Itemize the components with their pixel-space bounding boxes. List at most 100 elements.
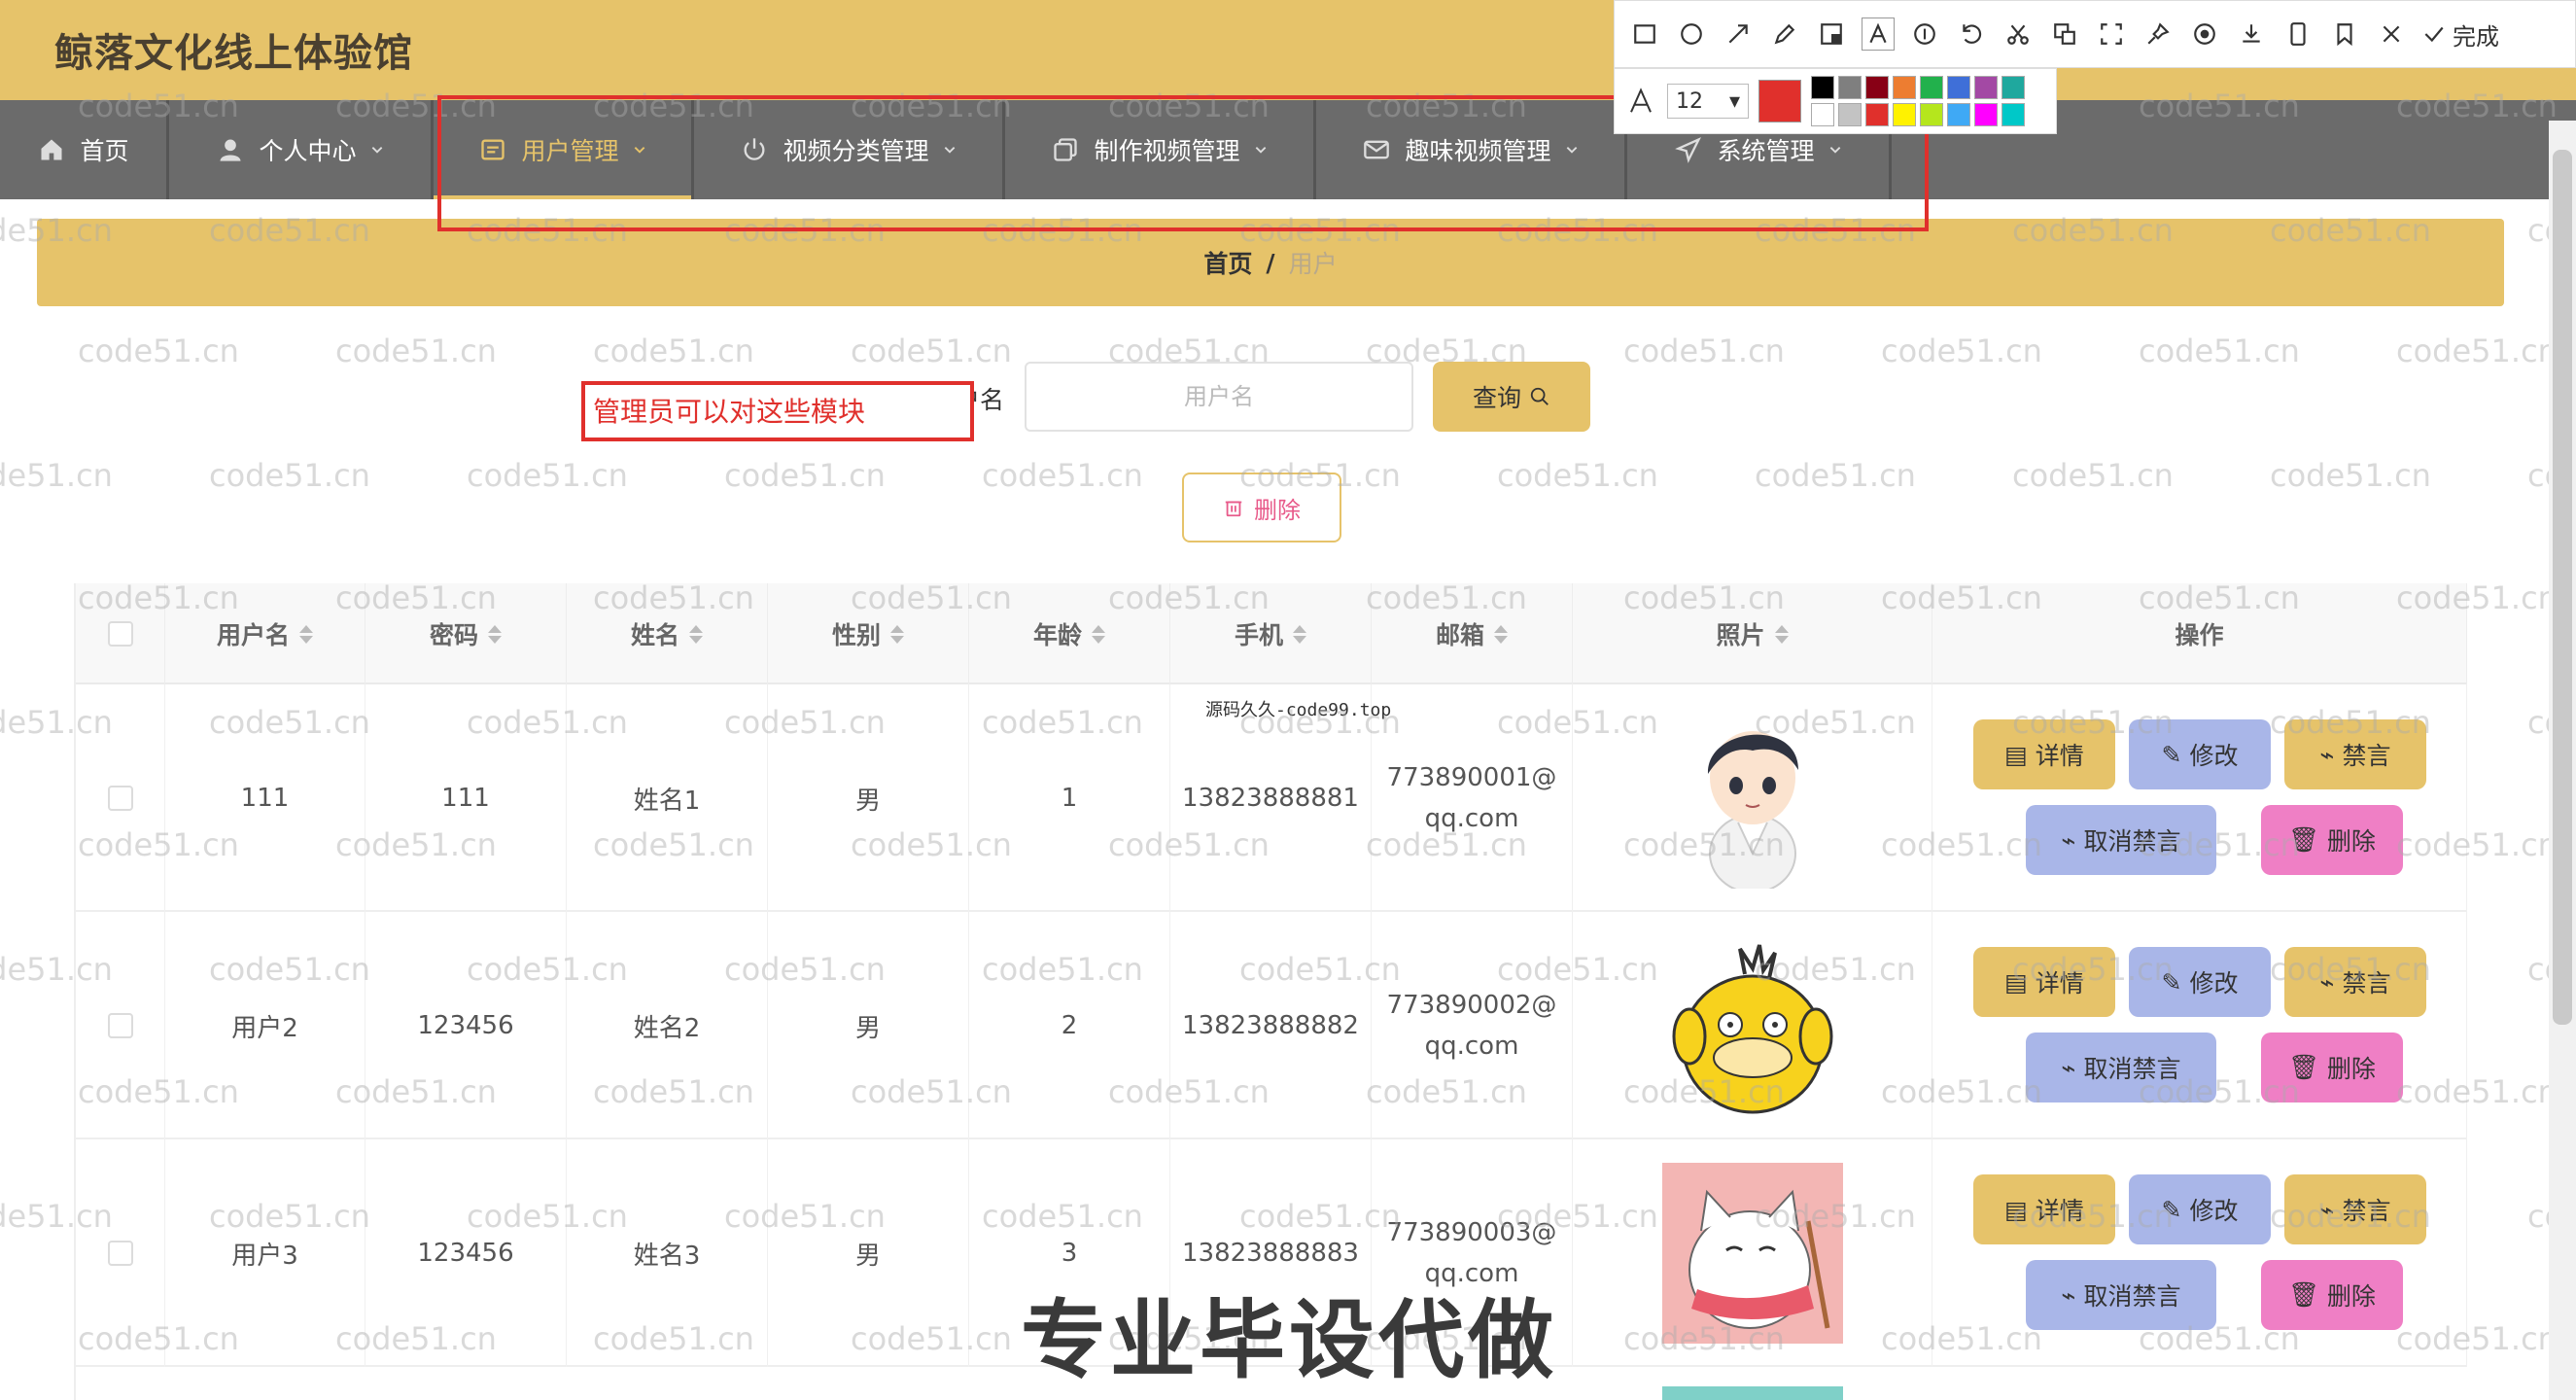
delete-button[interactable]: 🗑 删除 [2261,1032,2403,1102]
col-header-phone[interactable]: 手机 [1170,583,1372,684]
cell-username: 用户3 [165,1139,366,1367]
color-swatch[interactable] [1974,76,1998,99]
sort-icon[interactable] [1092,624,1105,644]
color-swatch[interactable] [1920,76,1943,99]
color-swatch[interactable] [1838,103,1862,126]
search-input[interactable]: 用户名 [1025,362,1413,432]
done-button[interactable]: 完成 [2421,18,2499,52]
current-color-swatch[interactable] [1758,80,1801,122]
color-swatch[interactable] [1865,103,1889,126]
detail-button[interactable]: ▤ 详情 [1973,719,2115,789]
cell-actions: ▤ 详情 ✎ 修改 ⌁ 禁言 ⌁ 取消禁言 🗑 删除 [1932,912,2467,1139]
cell-name: 姓名2 [567,912,768,1139]
ellipse-tool-icon[interactable] [1675,18,1708,51]
ocr-icon[interactable] [2095,18,2128,51]
col-label: 姓名 [630,621,679,649]
breadcrumb-home[interactable]: 首页 [1203,245,1252,280]
color-swatch[interactable] [2002,103,2025,126]
color-swatch[interactable] [1893,103,1916,126]
color-swatch[interactable] [1811,103,1834,126]
col-header-actions: 操作 [1932,583,2467,684]
bookmark-icon[interactable] [2328,18,2361,51]
color-swatch[interactable] [1974,103,1998,126]
unban-label: 取消禁言 [2083,1055,2181,1083]
undo-icon[interactable] [1955,18,1988,51]
rectangle-tool-icon[interactable] [1628,18,1661,51]
email-line2: qq.com [1424,1032,1519,1061]
color-swatch[interactable] [1947,103,1970,126]
chevron-down-icon [371,147,382,154]
close-icon[interactable] [2375,18,2408,51]
text-tool-icon[interactable] [1862,18,1895,51]
cell-username: 用户2 [165,912,366,1139]
select-all-checkbox[interactable] [107,621,133,647]
search-icon [1530,387,1549,405]
unban-button[interactable]: ⌁ 取消禁言 [2026,1032,2216,1102]
color-swatch[interactable] [1893,76,1916,99]
col-label: 操作 [2175,621,2224,649]
edit-button[interactable]: ✎ 修改 [2129,719,2271,789]
row-checkbox[interactable] [107,1013,133,1038]
row-checkbox[interactable] [107,786,133,811]
translate-icon[interactable] [2048,18,2081,51]
mosaic-tool-icon[interactable] [1815,18,1848,51]
scrollbar-thumb[interactable] [2553,150,2572,1025]
scissors-icon[interactable] [2002,18,2035,51]
batch-delete-button[interactable]: 删除 [1182,472,1341,542]
unban-button[interactable]: ⌁ 取消禁言 [2026,805,2216,875]
sort-icon[interactable] [488,624,502,644]
col-header-username[interactable]: 用户名 [165,583,366,684]
sort-icon[interactable] [1774,624,1789,644]
ban-button[interactable]: ⌁ 禁言 [2284,719,2426,789]
phone-icon[interactable] [2281,18,2315,51]
sort-icon[interactable] [689,624,703,644]
col-header-password[interactable]: 密码 [366,583,567,684]
col-header-age[interactable]: 年龄 [969,583,1170,684]
sort-icon[interactable] [1293,624,1306,644]
arrow-tool-icon[interactable] [1722,18,1755,51]
sort-icon[interactable] [1494,624,1508,644]
col-header-email[interactable]: 邮箱 [1372,583,1573,684]
detail-icon: ▤ [2004,1195,2028,1224]
row-select-cell [76,1139,165,1367]
color-swatch[interactable] [1947,76,1970,99]
vertical-scrollbar[interactable] [2549,121,2576,1400]
detail-label: 详情 [2035,1197,2084,1225]
delete-button[interactable]: 🗑 删除 [2261,1260,2403,1330]
record-icon[interactable] [2188,18,2221,51]
col-label: 手机 [1234,621,1283,649]
ban-button[interactable]: ⌁ 禁言 [2284,947,2426,1017]
unban-label: 取消禁言 [2083,1282,2181,1311]
trash-icon: 🗑 [2288,1053,2319,1081]
edit-button[interactable]: ✎ 修改 [2129,1174,2271,1244]
col-header-photo[interactable]: 照片 [1573,583,1932,684]
col-header-gender[interactable]: 性别 [768,583,969,684]
color-swatch[interactable] [1865,76,1889,99]
pen-tool-icon[interactable] [1768,18,1801,51]
sort-icon[interactable] [299,624,313,644]
delete-label: 删除 [2326,827,2376,856]
delete-button[interactable]: 🗑 删除 [2261,805,2403,875]
col-header-name[interactable]: 姓名 [567,583,768,684]
color-swatch[interactable] [1920,103,1943,126]
unban-button[interactable]: ⌁ 取消禁言 [2026,1260,2216,1330]
font-size-select[interactable]: 12 ▾ [1667,84,1749,119]
color-swatch[interactable] [1838,76,1862,99]
nav-item-home[interactable]: 首页 [0,100,169,199]
row-checkbox[interactable] [107,1241,133,1266]
detail-button[interactable]: ▤ 详情 [1973,1174,2115,1244]
pin-icon[interactable] [2141,18,2175,51]
nav-item-profile[interactable]: 个人中心 [169,100,434,199]
number-tool-icon[interactable] [1908,18,1941,51]
query-button[interactable]: 查询 [1433,362,1590,432]
edit-button[interactable]: ✎ 修改 [2129,947,2271,1017]
detail-button[interactable]: ▤ 详情 [1973,947,2115,1017]
color-swatch[interactable] [1811,76,1834,99]
color-swatch[interactable] [2002,76,2025,99]
download-icon[interactable] [2235,18,2268,51]
ban-button[interactable]: ⌁ 禁言 [2284,1174,2426,1244]
duck-avatar-image [1661,935,1843,1116]
watermark-text: code51.cn [335,332,497,369]
sort-icon[interactable] [890,624,904,644]
annotation-text-box[interactable]: 管理员可以对这些模块 [581,381,974,441]
